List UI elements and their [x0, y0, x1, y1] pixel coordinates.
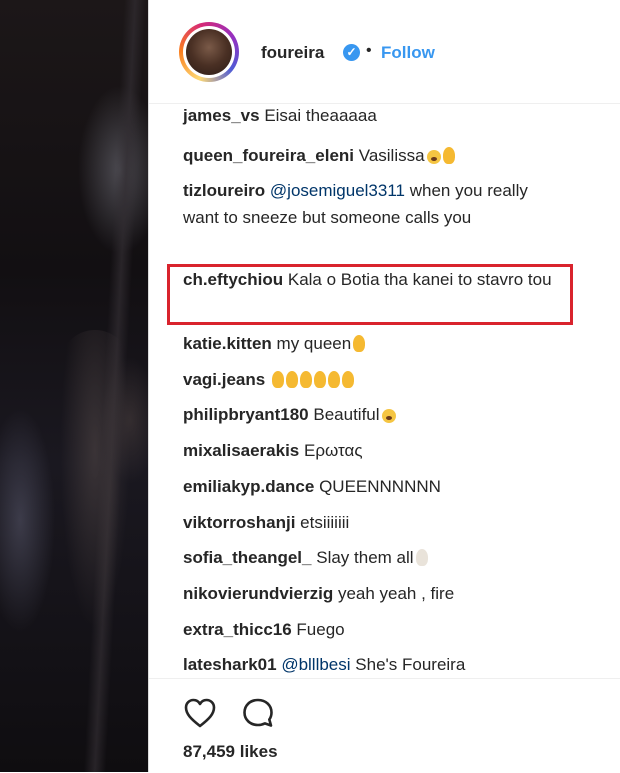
comment-username[interactable]: mixalisaerakis [183, 441, 299, 460]
raised-hand-emoji-icon [442, 147, 455, 164]
comment-text: Ερωτας [304, 441, 363, 460]
raised-hand-emoji-icon [271, 371, 284, 388]
astonished-face-emoji-icon [381, 409, 396, 423]
post-photo [0, 0, 148, 772]
raised-hand-emoji-icon [341, 371, 354, 388]
comment-item: emiliakyp.dance QUEENNNNNN [183, 473, 563, 500]
comment-username[interactable]: viktorroshanji [183, 513, 295, 532]
raised-hand-emoji-icon [313, 371, 326, 388]
comment-item: mixalisaerakis Ερωτας [183, 437, 563, 464]
comment-item: lateshark01 @blllbesi She's Foureira [183, 651, 563, 678]
heart-icon[interactable] [183, 697, 217, 734]
post-header: foureira ✓ • Follow [149, 0, 620, 104]
follow-button[interactable]: Follow [381, 43, 435, 63]
comment-username[interactable]: james_vs [183, 106, 260, 125]
avatar-image [186, 29, 232, 75]
comment-item: nikovierundvierzig yeah yeah , fire [183, 580, 563, 607]
header-separator: • [366, 42, 372, 59]
comment-username[interactable]: nikovierundvierzig [183, 584, 333, 603]
comment-text: Eisai theaaaaa [264, 106, 377, 125]
raised-hand-emoji-icon [299, 371, 312, 388]
photo-figure [60, 330, 130, 630]
comment-text: Vasilissa [358, 146, 425, 165]
comment-text: Fuego [296, 620, 345, 639]
comment-username[interactable]: vagi.jeans [183, 370, 265, 389]
comment-username[interactable]: katie.kitten [183, 334, 272, 353]
comment-item: viktorroshanji etsiiiiiii [183, 509, 563, 536]
comment-text: yeah yeah , fire [337, 584, 455, 603]
comment-item: james_vs Eisai theaaaaa [183, 104, 563, 129]
comment-bubble-icon[interactable] [241, 697, 275, 734]
comment-username[interactable]: queen_foureira_eleni [183, 146, 354, 165]
comment-item: tizloureiro @josemiguel3311 when you rea… [183, 177, 563, 231]
post-actions: 87,459 likes [149, 678, 620, 773]
highlight-box [167, 264, 573, 325]
comment-item: extra_thicc16 Fuego [183, 616, 563, 643]
comment-item: vagi.jeans [183, 366, 563, 393]
comments-list[interactable]: james_vs Eisai theaaaaa queen_foureira_e… [149, 104, 620, 678]
raised-hand-emoji-icon [353, 335, 366, 352]
comment-text: Beautiful [313, 405, 380, 424]
comment-username[interactable]: tizloureiro [183, 181, 265, 200]
comment-mention[interactable]: @blllbesi [281, 655, 350, 674]
comment-text: etsiiiiiii [300, 513, 350, 532]
comment-item: philipbryant180 Beautiful [183, 401, 563, 428]
comment-username[interactable]: extra_thicc16 [183, 620, 292, 639]
comment-username[interactable]: emiliakyp.dance [183, 477, 314, 496]
comment-username[interactable]: lateshark01 [183, 655, 277, 674]
smiling-face-emoji-icon [426, 150, 441, 164]
comment-text: QUEENNNNNN [319, 477, 441, 496]
likes-count[interactable]: 87,459 likes [183, 742, 278, 762]
comment-text: Slay them all [316, 548, 414, 567]
post-username[interactable]: foureira [261, 43, 324, 63]
comment-item: queen_foureira_eleni Vasilissa [183, 142, 563, 169]
comment-username[interactable]: sofia_theangel_ [183, 548, 312, 567]
comment-text: my queen [276, 334, 352, 353]
comment-item: sofia_theangel_ Slay them all [183, 544, 563, 571]
verified-badge-icon: ✓ [343, 44, 360, 61]
avatar[interactable] [179, 22, 239, 82]
comment-item: katie.kitten my queen [183, 330, 563, 357]
comment-username[interactable]: philipbryant180 [183, 405, 309, 424]
comment-text: She's Foureira [350, 655, 466, 674]
pale-hand-emoji-icon [415, 549, 428, 566]
raised-hand-emoji-icon [285, 371, 298, 388]
raised-hand-emoji-icon [327, 371, 340, 388]
comment-mention[interactable]: @josemiguel3311 [270, 181, 405, 200]
